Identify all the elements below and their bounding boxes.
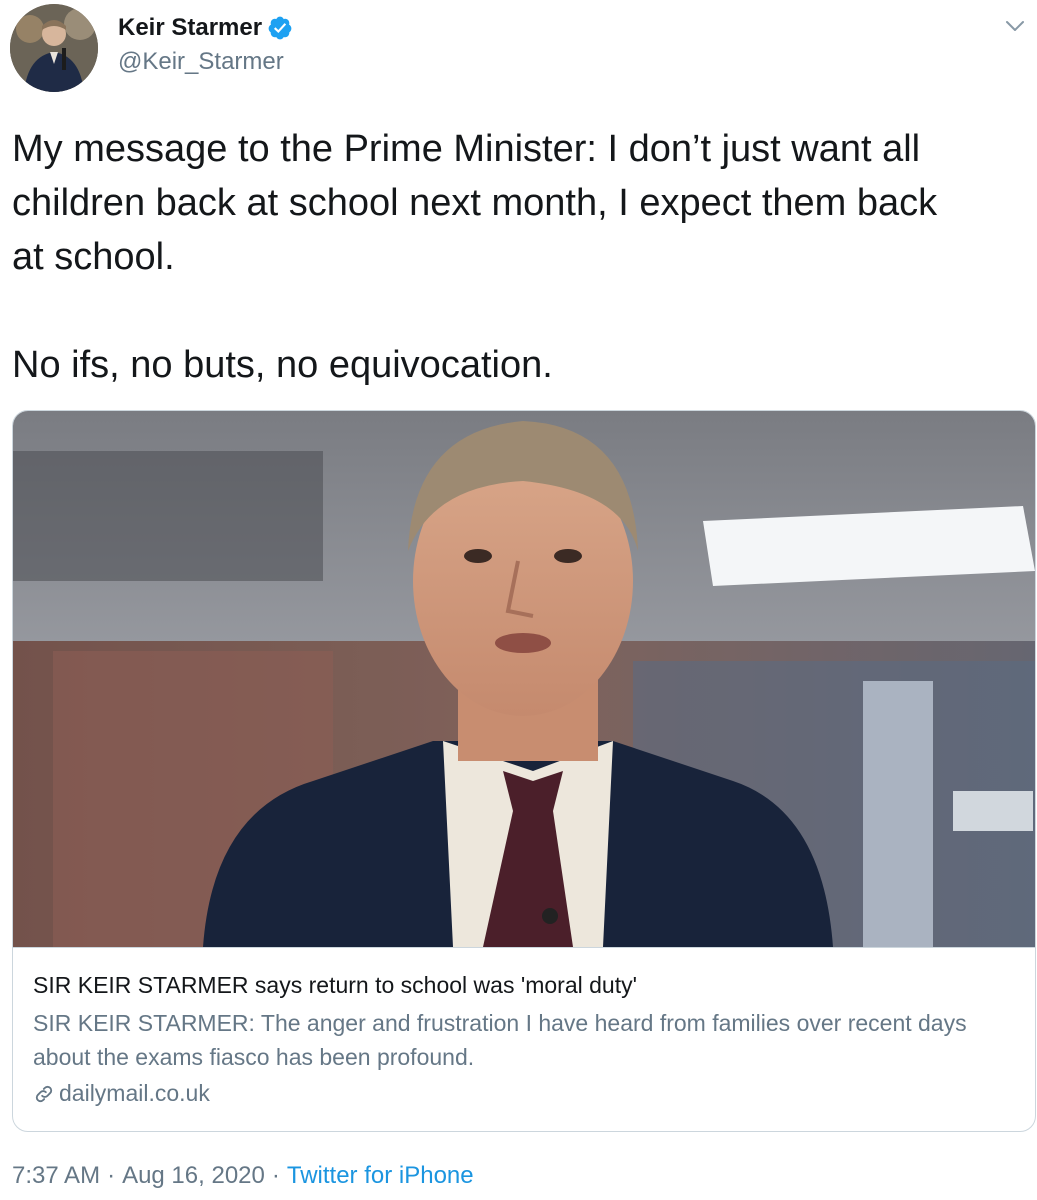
card-title[interactable]: SIR KEIR STARMER says return to school w… xyxy=(33,970,1015,1000)
card-domain-row[interactable]: dailymail.co.uk xyxy=(33,1078,1015,1108)
card-body[interactable]: SIR KEIR STARMER says return to school w… xyxy=(13,947,1035,1131)
tweet-source-link[interactable]: Twitter for iPhone xyxy=(287,1162,474,1189)
display-name[interactable]: Keir Starmer xyxy=(118,14,262,42)
link-card[interactable]: SIR KEIR STARMER says return to school w… xyxy=(12,410,1036,1132)
handle[interactable]: @Keir_Starmer xyxy=(118,48,293,76)
tweet-meta: 7:37 AM · Aug 16, 2020 · Twitter for iPhone xyxy=(12,1162,474,1190)
author-block: Keir Starmer @Keir_Starmer xyxy=(118,12,293,76)
tweet-date[interactable]: Aug 16, 2020 xyxy=(122,1162,265,1189)
separator: · xyxy=(271,1162,280,1189)
avatar[interactable] xyxy=(10,4,98,92)
chevron-down-icon[interactable] xyxy=(1003,14,1027,38)
name-row: Keir Starmer xyxy=(118,12,293,44)
card-image[interactable] xyxy=(13,411,1035,947)
tweet-time[interactable]: 7:37 AM xyxy=(12,1162,100,1189)
separator: · xyxy=(107,1162,116,1189)
card-description: SIR KEIR STARMER: The anger and frustrat… xyxy=(33,1010,967,1070)
verified-icon xyxy=(267,15,293,41)
tweet: Keir Starmer @Keir_Starmer My message to… xyxy=(0,0,1037,1200)
card-domain[interactable]: dailymail.co.uk xyxy=(59,1078,210,1108)
link-icon xyxy=(33,1082,55,1104)
tweet-text: My message to the Prime Minister: I don’… xyxy=(12,128,938,386)
